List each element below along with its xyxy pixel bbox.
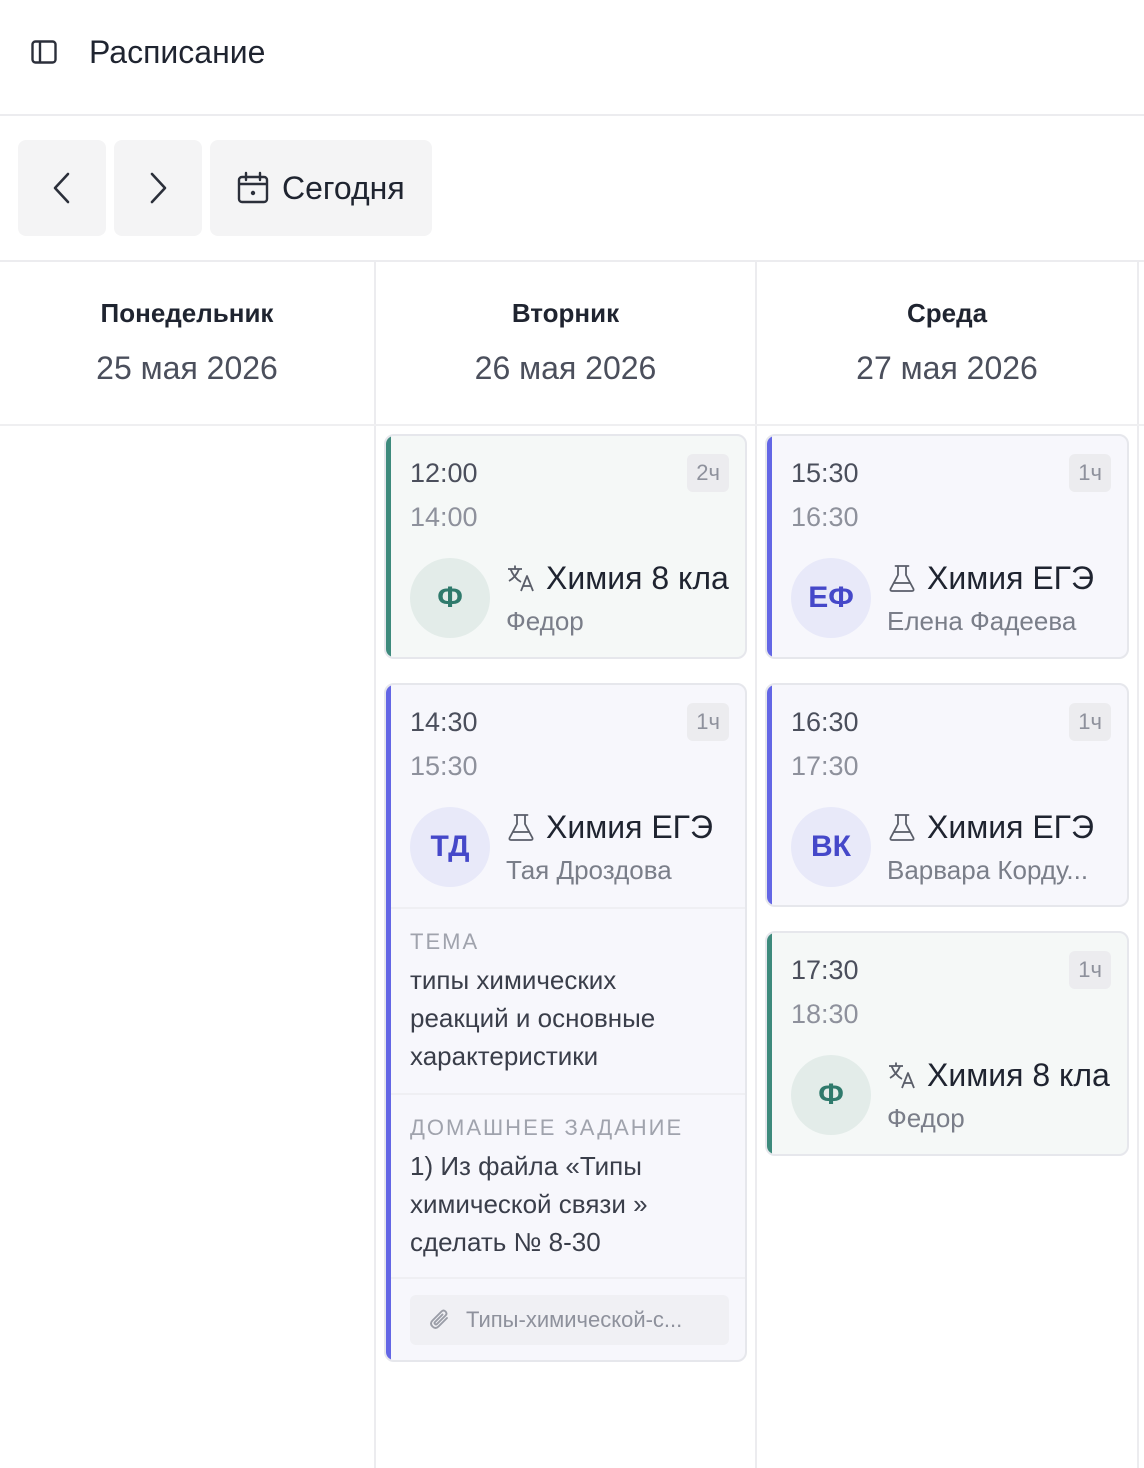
day-name: Вторник bbox=[511, 298, 620, 328]
homework-section: ДОМАШНЕЕ ЗАДАНИЕ 1) Из файла «Типы химич… bbox=[391, 1093, 745, 1279]
lesson-color-bar bbox=[767, 685, 772, 905]
page-title: Расписание bbox=[89, 34, 266, 70]
lesson-color-bar bbox=[386, 436, 391, 657]
lesson-card[interactable]: 16:30 17:30 1ч ВК Химия ЕГЭ Варвара Корд… bbox=[765, 683, 1129, 907]
attachment-section: Типы-химической-с... bbox=[391, 1277, 745, 1360]
lesson-subject: Химия 8 кла bbox=[506, 558, 737, 598]
column-divider bbox=[1137, 262, 1139, 1468]
lesson-start-time: 17:30 bbox=[791, 955, 859, 985]
lesson-card[interactable]: 17:30 18:30 1ч Ф Химия 8 кла Федор bbox=[765, 931, 1129, 1156]
day-header-monday: Понедельник 25 мая 2026 bbox=[0, 262, 374, 424]
day-header-tuesday: Вторник 26 мая 2026 bbox=[376, 262, 755, 424]
flask-icon bbox=[506, 812, 536, 842]
column-divider bbox=[755, 262, 757, 1468]
paperclip-icon bbox=[430, 1309, 448, 1329]
calendar-toolbar: Сегодня bbox=[0, 116, 1144, 262]
topic-text: типы химических реакций и основные харак… bbox=[410, 965, 656, 1071]
student-name: Тая Дроздова bbox=[506, 855, 672, 885]
topic-section: ТЕМА типы химических реакций и основные … bbox=[391, 907, 745, 1093]
student-avatar: Ф bbox=[791, 1055, 871, 1135]
day-date: 25 мая 2026 bbox=[96, 350, 278, 386]
lesson-card[interactable]: 14:30 15:30 1ч ТД Химия ЕГЭ Тая Дроздова… bbox=[384, 683, 747, 1362]
attachment-name: Типы-химической-с... bbox=[466, 1307, 683, 1332]
header-divider bbox=[0, 424, 1144, 426]
subject-name: Химия 8 кла bbox=[546, 559, 729, 596]
lesson-end-time: 17:30 bbox=[791, 751, 859, 781]
lesson-color-bar bbox=[767, 933, 772, 1154]
student-name: Федор bbox=[887, 1103, 965, 1133]
day-name: Понедельник bbox=[100, 298, 274, 328]
lesson-color-bar bbox=[386, 685, 391, 1360]
lesson-duration-badge: 1ч bbox=[1069, 703, 1111, 741]
lesson-start-time: 14:30 bbox=[410, 707, 478, 737]
student-name: Елена Фадеева bbox=[887, 606, 1077, 636]
previous-button[interactable] bbox=[18, 140, 106, 236]
subject-name: Химия 8 кла bbox=[927, 1056, 1110, 1093]
column-divider bbox=[374, 262, 376, 1468]
homework-label: ДОМАШНЕЕ ЗАДАНИЕ bbox=[410, 1115, 684, 1140]
lesson-duration-badge: 2ч bbox=[687, 454, 729, 492]
lesson-duration-badge: 1ч bbox=[687, 703, 729, 741]
lesson-start-time: 16:30 bbox=[791, 707, 859, 737]
lesson-end-time: 18:30 bbox=[791, 999, 859, 1029]
lesson-card[interactable]: 12:00 14:00 2ч Ф Химия 8 кла Федор bbox=[384, 434, 747, 659]
sidebar-toggle-icon bbox=[31, 40, 57, 64]
student-name: Федор bbox=[506, 606, 584, 636]
lesson-end-time: 14:00 bbox=[410, 502, 478, 532]
lesson-subject: Химия ЕГЭ bbox=[506, 807, 737, 847]
chevron-left-icon bbox=[53, 172, 70, 204]
student-name: Варвара Корду... bbox=[887, 855, 1089, 885]
student-avatar: Ф bbox=[410, 558, 490, 638]
today-label: Сегодня bbox=[282, 169, 405, 206]
sidebar-toggle-button[interactable] bbox=[28, 36, 60, 68]
homework-text: 1) Из файла «Типы химической связи » сде… bbox=[410, 1151, 648, 1257]
student-avatar: ЕФ bbox=[791, 558, 871, 638]
lesson-duration-badge: 1ч bbox=[1069, 951, 1111, 989]
lesson-subject: Химия ЕГЭ bbox=[887, 807, 1119, 847]
lesson-card[interactable]: 15:30 16:30 1ч ЕФ Химия ЕГЭ Елена Фадеев… bbox=[765, 434, 1129, 659]
lesson-start-time: 15:30 bbox=[791, 458, 859, 488]
lesson-end-time: 15:30 bbox=[410, 751, 478, 781]
lesson-duration-badge: 1ч bbox=[1069, 454, 1111, 492]
flask-icon bbox=[887, 563, 917, 593]
next-button[interactable] bbox=[114, 140, 202, 236]
subject-name: Химия ЕГЭ bbox=[927, 559, 1094, 596]
translate-icon bbox=[887, 1060, 917, 1090]
lesson-subject: Химия 8 кла bbox=[887, 1055, 1119, 1095]
attachment-file[interactable]: Типы-химической-с... bbox=[410, 1295, 729, 1345]
today-button[interactable]: Сегодня bbox=[210, 140, 432, 236]
lesson-end-time: 16:30 bbox=[791, 502, 859, 532]
translate-icon bbox=[506, 563, 536, 593]
student-avatar: ВК bbox=[791, 807, 871, 887]
lesson-color-bar bbox=[767, 436, 772, 657]
student-avatar: ТД bbox=[410, 807, 490, 887]
day-date: 26 мая 2026 bbox=[474, 350, 657, 386]
calendar-icon bbox=[237, 171, 269, 204]
day-name: Среда bbox=[906, 298, 988, 328]
chevron-right-icon bbox=[150, 172, 167, 204]
day-date: 27 мая 2026 bbox=[856, 350, 1038, 386]
lesson-start-time: 12:00 bbox=[410, 458, 478, 488]
top-bar: Расписание bbox=[0, 0, 1144, 116]
topic-label: ТЕМА bbox=[410, 929, 480, 954]
subject-name: Химия ЕГЭ bbox=[546, 808, 713, 845]
flask-icon bbox=[887, 812, 917, 842]
day-header-wednesday: Среда 27 мая 2026 bbox=[757, 262, 1137, 424]
subject-name: Химия ЕГЭ bbox=[927, 808, 1094, 845]
lesson-subject: Химия ЕГЭ bbox=[887, 558, 1119, 598]
